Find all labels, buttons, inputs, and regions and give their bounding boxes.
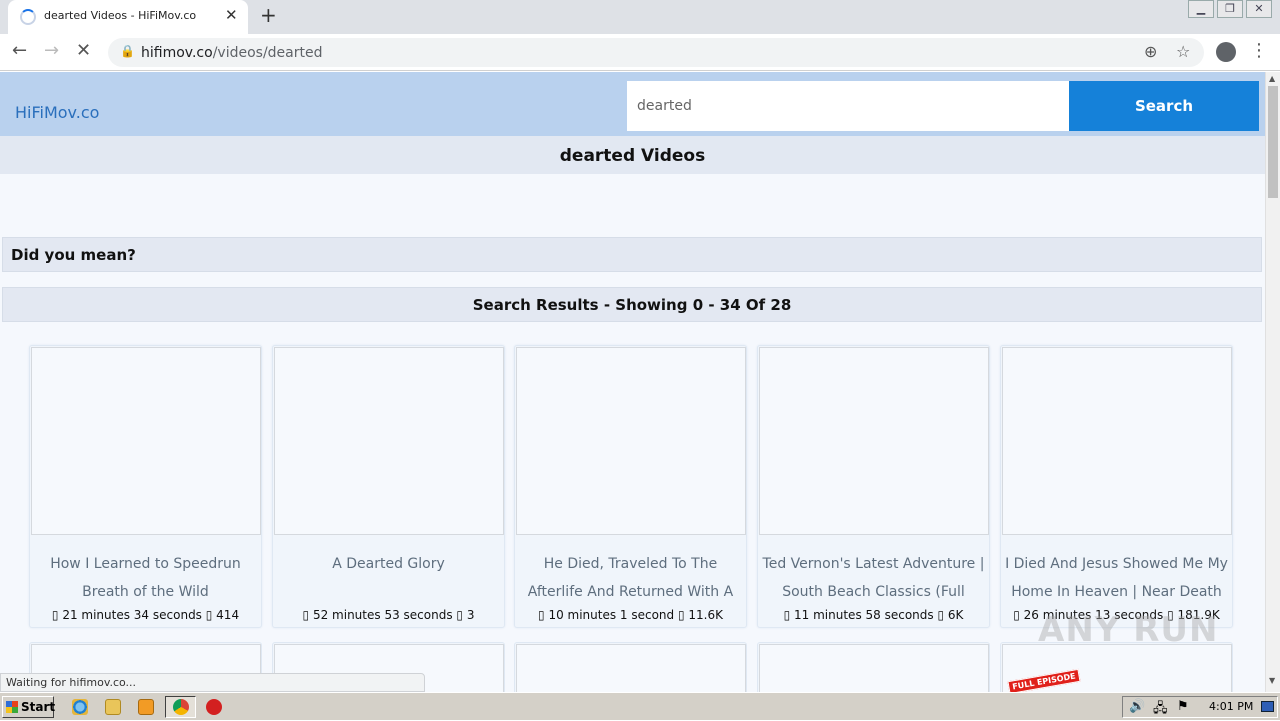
video-title[interactable]: How I Learned to Speedrun Breath of the …	[30, 550, 261, 606]
browser-toolbar: ← → ✕ 🔒 hifimov.co/videos/dearted ⊕ ☆ ⋮	[0, 34, 1280, 71]
windows-logo-icon	[6, 701, 18, 713]
video-card[interactable]: How I Learned to Speedrun Breath of the …	[29, 345, 262, 628]
video-views: 6K	[947, 608, 964, 622]
browser-menu-icon[interactable]: ⋮	[1250, 40, 1268, 61]
install-app-icon[interactable]: ⊕	[1144, 42, 1157, 61]
chrome-icon	[173, 699, 189, 715]
anyrun-watermark: ANY RUN	[1038, 610, 1219, 650]
address-bar[interactable]: 🔒 hifimov.co/videos/dearted ⊕ ☆	[108, 38, 1204, 67]
search-input[interactable]	[627, 81, 1069, 131]
new-tab-icon[interactable]: +	[260, 3, 277, 27]
video-thumbnail[interactable]	[31, 347, 261, 535]
flag-icon[interactable]: ⚑	[1177, 699, 1189, 714]
site-logo[interactable]: HiFiMov.co	[15, 103, 99, 122]
browser-tab[interactable]: dearted Videos - HiFiMov.co ✕	[8, 0, 248, 34]
clock: 4:01 PM	[1209, 700, 1254, 713]
network-icon[interactable]: 🖧	[1153, 699, 1168, 721]
file-explorer-icon[interactable]	[105, 699, 121, 715]
video-title[interactable]: Ted Vernon's Latest Adventure | South Be…	[758, 550, 989, 606]
video-duration: 52 minutes 53 seconds	[312, 608, 453, 622]
video-thumbnail[interactable]	[516, 347, 746, 535]
media-player-icon[interactable]	[138, 699, 154, 715]
security-app-icon[interactable]	[206, 699, 222, 715]
url-domain: hifimov.co	[141, 45, 213, 61]
lock-icon[interactable]: 🔒	[120, 44, 135, 58]
scroll-down-icon[interactable]: ▼	[1269, 676, 1275, 685]
start-button[interactable]: Start	[2, 696, 56, 718]
results-summary: Search Results - Showing 0 - 34 Of 28	[2, 287, 1262, 322]
minimize-window-icon[interactable]: ▁	[1188, 0, 1214, 18]
video-duration: 10 minutes 1 second	[548, 608, 675, 622]
video-card[interactable]	[757, 642, 990, 692]
video-meta: ▯ 11 minutes 58 seconds ▯ 6K	[783, 608, 964, 622]
video-card[interactable]	[514, 642, 747, 692]
video-thumbnail[interactable]	[759, 644, 989, 692]
close-tab-icon[interactable]: ✕	[225, 6, 238, 24]
did-you-mean-heading: Did you mean?	[2, 237, 1262, 272]
video-thumbnail[interactable]	[274, 347, 504, 535]
system-tray: 🔊 🖧 ⚑ 4:01 PM	[1122, 696, 1278, 718]
scrollbar-thumb[interactable]	[1268, 86, 1278, 198]
window-controls: ▁ ❐ ✕	[1185, 0, 1272, 18]
volume-icon[interactable]: 🔊	[1129, 699, 1145, 714]
search-button[interactable]: Search	[1069, 81, 1259, 131]
profile-avatar-icon[interactable]	[1216, 42, 1236, 62]
page-viewport: HiFiMov.co Search dearted Videos Did you…	[0, 72, 1265, 692]
video-card[interactable]: He Died, Traveled To The Afterlife And R…	[514, 345, 747, 628]
video-views: 11.6K	[688, 608, 723, 622]
status-bubble: Waiting for hifimov.co...	[0, 673, 425, 692]
scroll-up-icon[interactable]: ▲	[1269, 74, 1275, 83]
video-card[interactable]: Ted Vernon's Latest Adventure | South Be…	[757, 345, 990, 628]
bookmark-star-icon[interactable]: ☆	[1176, 42, 1190, 61]
video-title[interactable]: I Died And Jesus Showed Me My Home In He…	[1001, 550, 1232, 606]
forward-icon[interactable]: →	[44, 40, 59, 61]
url-text: hifimov.co/videos/dearted	[141, 45, 323, 61]
video-card[interactable]: I Died And Jesus Showed Me My Home In He…	[1000, 345, 1233, 628]
tab-title: dearted Videos - HiFiMov.co	[44, 9, 197, 22]
browser-tab-bar: dearted Videos - HiFiMov.co ✕ + ▁ ❐ ✕	[0, 0, 1280, 34]
page-scrollbar[interactable]: ▲ ▼	[1265, 72, 1280, 692]
video-duration: 11 minutes 58 seconds	[794, 608, 934, 622]
video-card[interactable]: A Dearted Glory ▯ 52 minutes 53 seconds …	[272, 345, 505, 628]
show-desktop-icon[interactable]	[1261, 701, 1274, 712]
windows-taskbar: Start 🔊 🖧 ⚑ 4:01 PM	[0, 692, 1280, 720]
restore-window-icon[interactable]: ❐	[1217, 0, 1243, 18]
internet-explorer-icon[interactable]	[72, 699, 88, 715]
stop-loading-icon[interactable]: ✕	[76, 40, 91, 61]
loading-spinner-icon	[20, 9, 36, 25]
video-meta: ▯ 21 minutes 34 seconds ▯ 414	[51, 608, 240, 622]
url-path: /videos/dearted	[212, 45, 323, 61]
chrome-taskbar-button[interactable]	[165, 696, 196, 718]
site-header: HiFiMov.co Search	[0, 72, 1265, 136]
video-title[interactable]: A Dearted Glory	[273, 550, 504, 606]
start-label: Start	[21, 700, 56, 714]
page-title: dearted Videos	[0, 136, 1265, 174]
video-thumbnail[interactable]	[1002, 347, 1232, 535]
video-title[interactable]: He Died, Traveled To The Afterlife And R…	[515, 550, 746, 606]
full-episode-badge: FULL EPISODE	[1007, 668, 1081, 692]
video-views: 414	[216, 608, 240, 622]
video-thumbnail[interactable]	[516, 644, 746, 692]
video-views: 3	[466, 608, 475, 622]
video-meta: ▯ 52 minutes 53 seconds ▯ 3	[302, 608, 475, 622]
close-window-icon[interactable]: ✕	[1246, 0, 1272, 18]
video-thumbnail[interactable]: FULL EPISODE	[1002, 644, 1232, 692]
back-icon[interactable]: ←	[12, 40, 27, 61]
video-meta: ▯ 10 minutes 1 second ▯ 11.6K	[538, 608, 723, 622]
video-duration: 21 minutes 34 seconds	[62, 608, 202, 622]
video-thumbnail[interactable]	[759, 347, 989, 535]
